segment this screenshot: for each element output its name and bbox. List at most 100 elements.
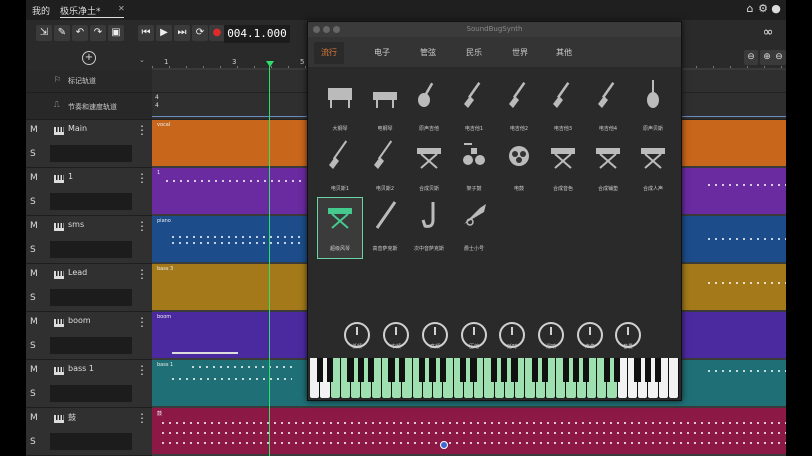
import-icon[interactable]: ⇲: [36, 25, 52, 41]
record-icon[interactable]: ●: [209, 25, 225, 41]
black-key[interactable]: [347, 358, 354, 382]
track-name[interactable]: Main: [68, 124, 87, 133]
more-options-icon[interactable]: ⋮: [136, 315, 148, 329]
track-fader[interactable]: [50, 337, 132, 354]
instrument-12[interactable]: 电鼓: [497, 138, 541, 198]
black-key[interactable]: [470, 358, 477, 382]
black-key[interactable]: [562, 358, 569, 382]
close-dot-icon[interactable]: [313, 26, 320, 33]
black-key[interactable]: [357, 358, 364, 382]
more-options-icon[interactable]: ⋮: [136, 267, 148, 281]
track-header-row[interactable]: M S Main ⋮: [26, 120, 152, 168]
solo-button[interactable]: S: [30, 341, 42, 351]
instrument-9[interactable]: 电贝斯2: [363, 138, 407, 198]
more-options-icon[interactable]: ⋮: [136, 411, 148, 425]
instrument-4[interactable]: 电吉他2: [497, 78, 541, 138]
instrument-19[interactable]: 爵士小号: [452, 198, 496, 258]
more-options-icon[interactable]: ⋮: [136, 219, 148, 233]
minimize-dot-icon[interactable]: [323, 26, 330, 33]
track-header-row[interactable]: M Sboom ⋮: [26, 312, 152, 360]
more-options-icon[interactable]: ⋮: [136, 171, 148, 185]
add-track-icon[interactable]: +: [82, 51, 96, 65]
more-options-icon[interactable]: ⋮: [136, 363, 148, 377]
black-key[interactable]: [398, 358, 405, 382]
mute-button[interactable]: M: [30, 317, 42, 327]
solo-button[interactable]: S: [30, 293, 42, 303]
scroll-handle[interactable]: [440, 441, 448, 449]
track-header-row[interactable]: M S Lead ⋮: [26, 264, 152, 312]
instrument-1[interactable]: 电钢琴: [363, 78, 407, 138]
gear-icon[interactable]: ⚙: [757, 3, 769, 15]
loop-icon[interactable]: ∞: [760, 25, 776, 41]
track-fader[interactable]: [50, 241, 132, 258]
home-icon[interactable]: ⌂: [744, 3, 756, 15]
instrument-7[interactable]: 原声贝斯: [631, 78, 675, 138]
track-header-row[interactable]: M Ssms ⋮: [26, 216, 152, 264]
black-key[interactable]: [460, 358, 467, 382]
black-key[interactable]: [490, 358, 498, 382]
black-key[interactable]: [654, 358, 662, 382]
tempo-track[interactable]: ⎍ 节奏和速度轨道: [26, 93, 152, 120]
tab-orchestral[interactable]: 管弦: [420, 47, 436, 58]
tab-electronic[interactable]: 电子: [374, 47, 390, 58]
solo-button[interactable]: S: [30, 149, 42, 159]
black-key[interactable]: [429, 358, 436, 382]
track-fader[interactable]: [50, 145, 132, 162]
black-key[interactable]: [367, 358, 375, 382]
playhead-line[interactable]: [269, 66, 270, 456]
instrument-13[interactable]: 合成音色: [541, 138, 585, 198]
instrument-11[interactable]: 架子鼓: [452, 138, 496, 198]
instrument-6[interactable]: 电吉他4: [586, 78, 630, 138]
black-key[interactable]: [613, 358, 621, 382]
black-key[interactable]: [501, 358, 508, 382]
loop-clip-icon[interactable]: ⟳: [192, 25, 208, 41]
instrument-2[interactable]: 原声吉他: [407, 78, 451, 138]
mute-button[interactable]: M: [30, 413, 42, 423]
black-key[interactable]: [583, 358, 590, 382]
black-key[interactable]: [603, 358, 610, 382]
track-fader[interactable]: [50, 193, 132, 210]
user-icon[interactable]: ●: [770, 3, 782, 15]
black-key[interactable]: [326, 358, 334, 382]
track-fader[interactable]: [50, 385, 132, 402]
more-options-icon[interactable]: ⋮: [136, 123, 148, 137]
track-fader[interactable]: [50, 289, 132, 306]
mute-button[interactable]: M: [30, 125, 42, 135]
skip-forward-icon[interactable]: ⏭: [174, 25, 190, 41]
track-name[interactable]: 1: [68, 172, 73, 181]
instrument-3[interactable]: 电吉他1: [452, 78, 496, 138]
track-fader[interactable]: [50, 433, 132, 450]
instrument-16[interactable]: 超级风琴: [317, 197, 363, 259]
instrument-0[interactable]: 大钢琴: [318, 78, 362, 138]
track-name[interactable]: 鼓: [68, 412, 76, 423]
maximize-dot-icon[interactable]: [333, 26, 340, 33]
white-key[interactable]: [668, 358, 678, 398]
instrument-5[interactable]: 电吉他3: [541, 78, 585, 138]
mute-button[interactable]: M: [30, 269, 42, 279]
instrument-8[interactable]: 电贝斯1: [318, 138, 362, 198]
track-name[interactable]: boom: [68, 316, 91, 325]
black-key[interactable]: [542, 358, 549, 382]
close-tab-icon[interactable]: ✕: [118, 4, 125, 13]
instrument-10[interactable]: 合成贝斯: [407, 138, 451, 198]
mute-button[interactable]: M: [30, 365, 42, 375]
instrument-17[interactable]: 高音萨克斯: [363, 198, 407, 258]
black-key[interactable]: [439, 358, 446, 382]
playhead-handle-icon[interactable]: [266, 61, 274, 67]
play-icon[interactable]: ▶: [156, 25, 172, 41]
edit-icon[interactable]: ✎: [54, 25, 70, 41]
save-icon[interactable]: ▣: [108, 25, 124, 41]
tab-project[interactable]: 极乐净土*: [60, 4, 124, 18]
mute-button[interactable]: M: [30, 173, 42, 183]
marker-track[interactable]: ⚐ 标记轨道: [26, 70, 152, 93]
mute-button[interactable]: M: [30, 221, 42, 231]
black-key[interactable]: [419, 358, 426, 382]
instrument-18[interactable]: 次中音萨克斯: [407, 198, 451, 258]
track-header-row[interactable]: M Sbass 1 ⋮: [26, 360, 152, 408]
instrument-14[interactable]: 合成铺垫: [586, 138, 630, 198]
tab-pop[interactable]: 流行: [321, 47, 337, 58]
tab-my[interactable]: 我的: [32, 4, 50, 17]
black-key[interactable]: [316, 358, 323, 382]
tab-other[interactable]: 其他: [556, 47, 572, 58]
skip-back-icon[interactable]: ⏮: [138, 25, 154, 41]
